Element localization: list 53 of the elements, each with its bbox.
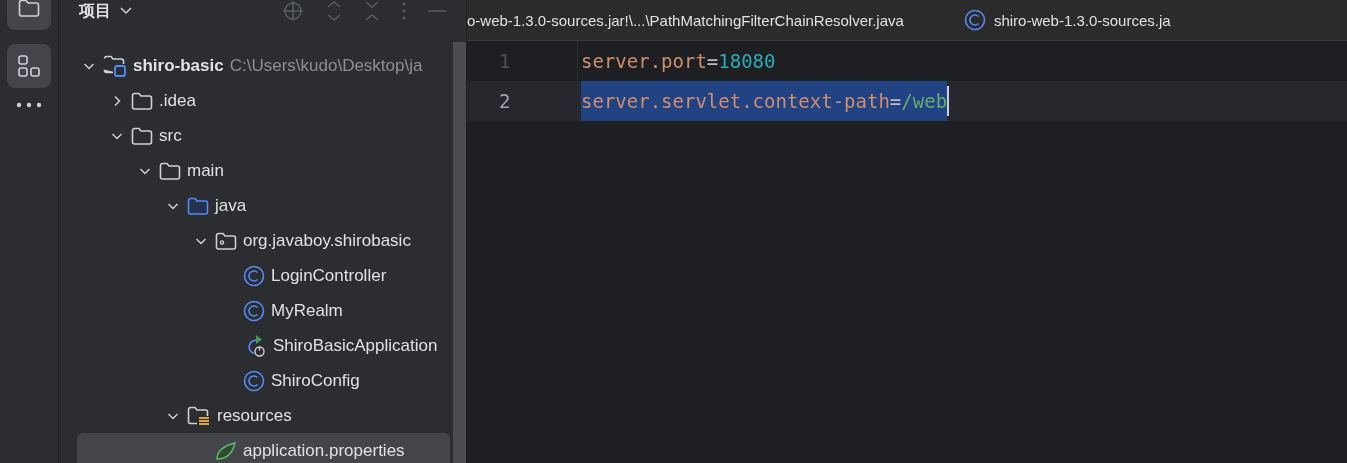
line-number: 2 (467, 81, 578, 121)
leaf-icon (215, 440, 237, 461)
class-icon (243, 299, 265, 322)
tree-item-label: ShiroConfig (271, 370, 360, 391)
code-token: server.servlet.context-path (581, 81, 890, 121)
class-icon (243, 264, 265, 287)
class-icon (963, 9, 986, 31)
tree-item[interactable]: src (77, 118, 450, 153)
code-token: /web (901, 81, 948, 121)
package-icon (215, 231, 237, 250)
tree-item[interactable]: MyRealm (77, 293, 450, 328)
editor-tab[interactable]: shiro-web-1.3.0-sources.ja (963, 9, 1171, 31)
tree-item[interactable]: .idea (77, 83, 450, 118)
more-icon[interactable] (16, 102, 42, 108)
panel-title[interactable]: 项目 (79, 0, 111, 22)
folder-icon (131, 91, 153, 110)
folder-icon (187, 196, 209, 215)
tree-item-label: org.javaboy.shirobasic (243, 230, 411, 251)
tree-item[interactable]: LoginController (77, 258, 450, 293)
resources-folder-icon (187, 405, 211, 426)
tree-item-label: .idea (159, 90, 196, 111)
editor-tab[interactable]: o-web-1.3.0-sources.jar!\...\PathMatchingFilterChainResolver.java (467, 11, 904, 29)
tree-item-label: java (215, 195, 247, 216)
tree-item[interactable]: resources (77, 398, 450, 433)
tree-item-label: main (187, 160, 224, 181)
text-caret (947, 86, 950, 116)
module-path: C:\Users\kudo\Desktop\ja (229, 55, 423, 76)
module-folder-icon (103, 54, 127, 77)
chevron-down-icon[interactable] (119, 6, 133, 16)
tree-item[interactable]: shiro-basic C:\Users\kudo\Desktop\ja (77, 48, 450, 83)
tree-item-label: shiro-basic (133, 55, 224, 76)
tree-item[interactable]: ShiroBasicApplication (77, 328, 450, 363)
class-icon (243, 369, 265, 392)
tree-item-label: resources (217, 405, 292, 426)
folder-icon (131, 126, 153, 145)
tree-item-label: ShiroBasicApplication (273, 335, 438, 356)
structure-icon (17, 54, 41, 78)
code-token: 18080 (718, 49, 776, 74)
tree-item-label: src (159, 125, 182, 146)
code-token: server.port (581, 49, 707, 74)
tree-item[interactable]: application.properties (77, 433, 450, 463)
tree-item-label: application.properties (243, 440, 405, 461)
tree-item[interactable]: java (77, 188, 450, 223)
tree-item-label: LoginController (271, 265, 387, 286)
tree-item[interactable]: org.javaboy.shirobasic (77, 223, 450, 258)
folder-icon (159, 161, 181, 180)
scrollbar[interactable] (453, 42, 466, 463)
tree-item-label: MyRealm (271, 300, 343, 321)
structure-toolwindow-button[interactable] (7, 44, 51, 88)
tree-item[interactable]: main (77, 153, 450, 188)
tree-item[interactable]: ShiroConfig (77, 363, 450, 398)
folder-icon (18, 0, 40, 17)
code-token: = (706, 49, 719, 74)
